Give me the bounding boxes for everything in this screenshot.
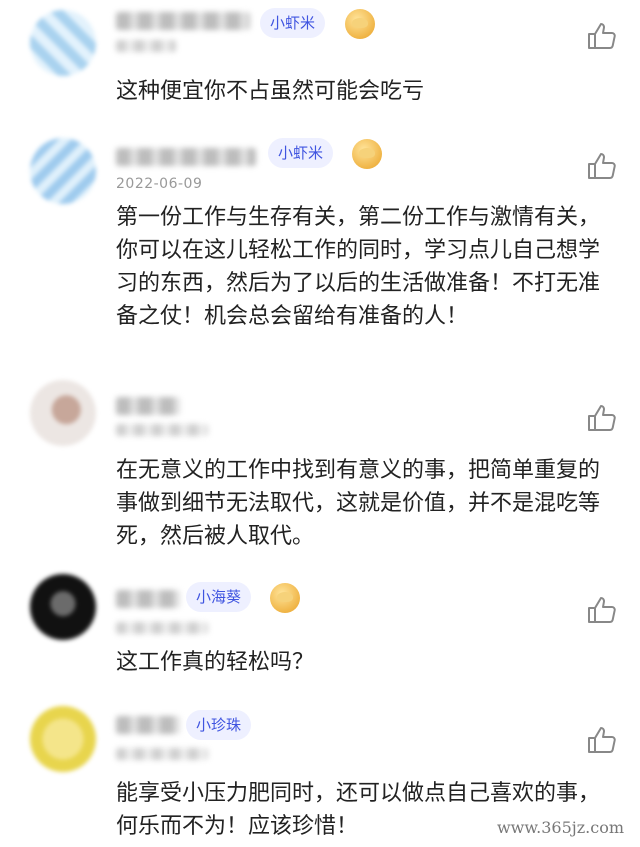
user-level-badge: 小海葵	[186, 582, 252, 612]
date-blurred	[116, 424, 208, 436]
comment-text: 这种便宜你不占虽然可能会吃亏	[116, 79, 425, 104]
medal-icon	[345, 9, 375, 39]
comment-text: 在无意义的工作中找到有意义的事，把简单重复的事做到细节无法取代，这就是价值，并不…	[116, 458, 601, 549]
thumbs-up-icon[interactable]	[587, 152, 617, 180]
date-blurred	[116, 748, 208, 760]
date-blurred	[116, 622, 208, 634]
user-level-badge: 小虾米	[268, 138, 334, 168]
thumbs-up-icon[interactable]	[587, 596, 617, 624]
avatar[interactable]	[30, 10, 96, 76]
user-level-badge: 小虾米	[260, 8, 326, 38]
date-blurred	[116, 40, 176, 52]
thumbs-up-icon[interactable]	[587, 22, 617, 50]
thumbs-up-icon[interactable]	[587, 726, 617, 754]
comment-date: 2022-06-09	[116, 176, 203, 192]
comment-text: 第一份工作与生存有关，第二份工作与激情有关，你可以在这儿轻松工作的同时，学习点儿…	[116, 205, 601, 329]
thumbs-up-icon[interactable]	[587, 404, 617, 432]
avatar[interactable]	[30, 706, 96, 772]
avatar[interactable]	[30, 380, 96, 446]
username-blurred[interactable]	[116, 397, 180, 415]
user-level-badge: 小珍珠	[186, 710, 252, 740]
medal-icon	[352, 139, 382, 169]
username-blurred[interactable]	[116, 12, 250, 30]
username-blurred[interactable]	[116, 148, 256, 166]
medal-icon	[270, 583, 300, 613]
comment-text: 这工作真的轻松吗？	[116, 650, 315, 675]
watermark: www.365jz.com	[486, 814, 634, 841]
username-blurred[interactable]	[116, 590, 180, 608]
avatar[interactable]	[30, 574, 96, 640]
username-blurred[interactable]	[116, 716, 180, 734]
avatar[interactable]	[30, 138, 96, 204]
